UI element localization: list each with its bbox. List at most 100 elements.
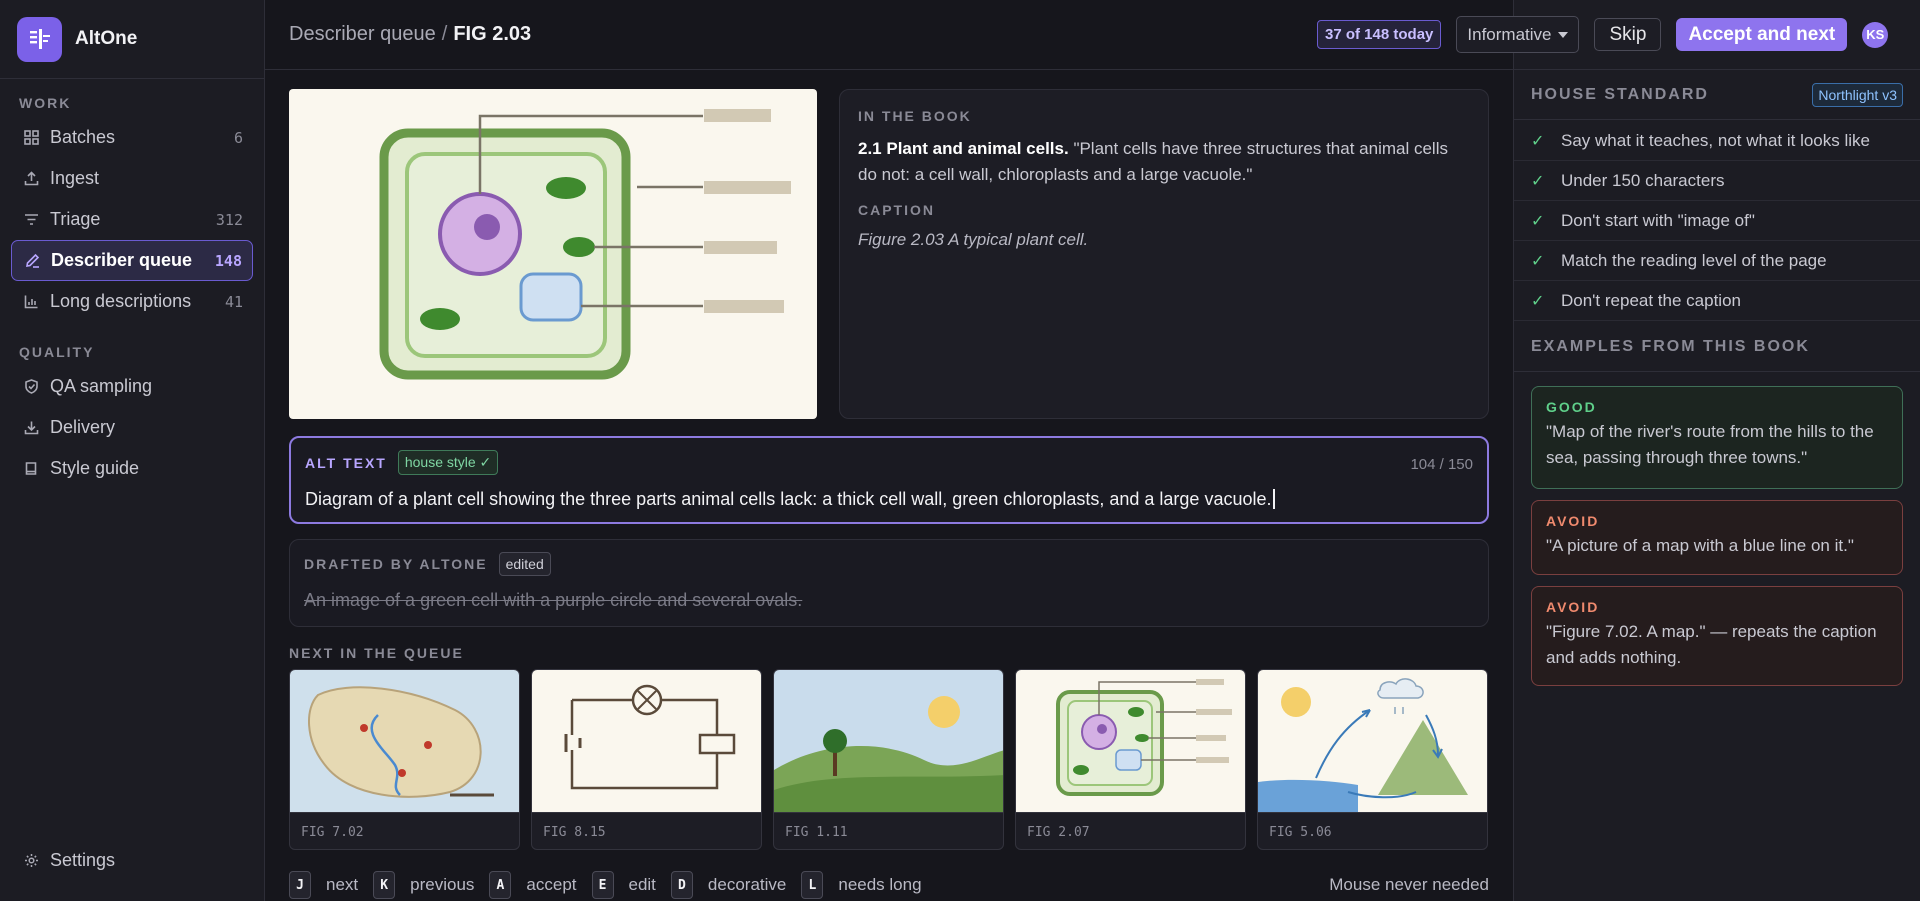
breadcrumb-current: FIG 2.03 bbox=[453, 23, 532, 45]
pencil-icon bbox=[23, 252, 41, 270]
queue-item[interactable]: FIG 8.15 bbox=[531, 669, 762, 850]
queue-label: NEXT IN THE QUEUE bbox=[289, 645, 464, 661]
sidebar-item-count: 148 bbox=[214, 251, 242, 270]
sidebar-item-label: Settings bbox=[50, 850, 116, 870]
example-avoid: AVOID "Figure 7.02. A map." — repeats th… bbox=[1531, 586, 1903, 686]
alt-text-editor[interactable]: ALT TEXT house style ✓ 104 / 150 Diagram… bbox=[289, 436, 1489, 524]
queue-item[interactable]: FIG 1.11 bbox=[773, 669, 1004, 850]
breadcrumb-separator: / bbox=[441, 23, 448, 45]
shortcut-item: Lneeds long bbox=[801, 871, 922, 899]
shortcut-label: accept bbox=[526, 875, 577, 894]
book-label: IN THE BOOK bbox=[858, 108, 972, 124]
book-context-panel: IN THE BOOK 2.1 Plant and animal cells. … bbox=[839, 89, 1489, 419]
shortcut-key: E bbox=[591, 871, 614, 899]
rule-item: ✓ Don't start with "image of" bbox=[1514, 201, 1920, 241]
house-style-badge: house style ✓ bbox=[397, 450, 499, 475]
figure-caption: Figure 2.03 A typical plant cell. bbox=[858, 230, 1089, 249]
alt-text-input[interactable]: Diagram of a plant cell showing the thre… bbox=[305, 489, 1473, 510]
shortcut-key: D bbox=[670, 871, 693, 899]
shortcut-item: Aaccept bbox=[489, 871, 577, 899]
queue-item-label: FIG 1.11 bbox=[774, 812, 1003, 849]
sidebar-item-settings[interactable]: Settings bbox=[11, 840, 253, 881]
check-icon: ✓ bbox=[1531, 252, 1545, 270]
draft-text: An image of a green cell with a purple c… bbox=[304, 590, 803, 610]
book-icon bbox=[22, 460, 40, 478]
examples-list: GOOD "Map of the river's route from the … bbox=[1531, 386, 1903, 697]
queue-item-label: FIG 7.02 bbox=[290, 812, 519, 849]
character-count: 104 / 150 bbox=[1410, 456, 1473, 473]
sidebar-item-style-guide[interactable]: Style guide bbox=[11, 448, 253, 489]
queue-thumbnail-map bbox=[290, 670, 519, 812]
settings-section: Settings bbox=[0, 840, 264, 881]
shortcut-key: A bbox=[489, 871, 512, 899]
upload-icon bbox=[22, 170, 40, 188]
sidebar-item-delivery[interactable]: Delivery bbox=[11, 407, 253, 448]
house-standard-header: HOUSE STANDARD Northlight v3 bbox=[1514, 70, 1920, 120]
breadcrumb-parent[interactable]: Describer queue bbox=[289, 23, 436, 45]
shortcut-label: needs long bbox=[838, 875, 922, 894]
queue-thumbnail-landscape bbox=[774, 670, 1003, 812]
example-text: "Figure 7.02. A map." — repeats the capt… bbox=[1546, 622, 1877, 667]
nav-section-work: WORK bbox=[19, 95, 72, 111]
sidebar-item-triage[interactable]: Triage 312 bbox=[11, 199, 253, 240]
draft-label: DRAFTED BY ALTONE bbox=[304, 556, 488, 572]
app-logo-icon[interactable] bbox=[17, 16, 62, 62]
example-avoid: AVOID "A picture of a map with a blue li… bbox=[1531, 500, 1903, 575]
alt-text-value: Diagram of a plant cell showing the thre… bbox=[305, 489, 1272, 509]
brand: AltOne bbox=[0, 0, 264, 79]
sidebar-item-count: 6 bbox=[233, 128, 243, 147]
sidebar-item-qa-sampling[interactable]: QA sampling bbox=[11, 366, 253, 407]
daily-progress-counter: 37 of 148 today bbox=[1317, 20, 1442, 49]
skip-button[interactable]: Skip bbox=[1594, 18, 1662, 51]
rule-text: Don't start with "image of" bbox=[1561, 210, 1755, 230]
sidebar-item-count: 41 bbox=[224, 292, 243, 311]
sidebar-item-label: Ingest bbox=[50, 168, 100, 188]
figure-preview bbox=[289, 89, 817, 419]
queue-item[interactable]: FIG 7.02 bbox=[289, 669, 520, 850]
sidebar-item-ingest[interactable]: Ingest bbox=[11, 158, 253, 199]
examples-title: EXAMPLES FROM THIS BOOK bbox=[1531, 337, 1810, 355]
example-tag: GOOD bbox=[1546, 399, 1597, 415]
sidebar-item-label: Style guide bbox=[50, 458, 140, 478]
shortcut-label: previous bbox=[410, 875, 475, 894]
shortcut-key: J bbox=[289, 871, 311, 899]
sidebar-item-describer-queue[interactable]: Describer queue 148 bbox=[11, 240, 253, 281]
plant-cell-illustration bbox=[379, 109, 791, 380]
nav-section-quality: QUALITY bbox=[19, 344, 95, 360]
shortcuts-note: Mouse never needed bbox=[1329, 875, 1489, 894]
draft-header: DRAFTED BY ALTONE edited bbox=[304, 552, 1474, 576]
house-standard-title: HOUSE STANDARD bbox=[1531, 85, 1709, 103]
avatar[interactable]: KS bbox=[1862, 21, 1889, 48]
shortcut-label: edit bbox=[628, 875, 656, 894]
breadcrumb: Describer queue / FIG 2.03 bbox=[289, 23, 531, 46]
draft-panel: DRAFTED BY ALTONE edited An image of a g… bbox=[289, 539, 1489, 627]
accept-and-next-button[interactable]: Accept and next bbox=[1676, 18, 1848, 51]
image-type-select[interactable]: Informative bbox=[1456, 16, 1580, 53]
book-excerpt: 2.1 Plant and animal cells. "Plant cells… bbox=[858, 136, 1470, 188]
queue-item[interactable]: FIG 5.06 bbox=[1257, 669, 1488, 850]
rule-item: ✓ Say what it teaches, not what it looks … bbox=[1514, 121, 1920, 161]
shortcut-item: Ddecorative bbox=[670, 871, 787, 899]
alt-text-header: ALT TEXT house style ✓ bbox=[305, 450, 1473, 475]
shortcut-label: decorative bbox=[707, 875, 787, 894]
chevron-down-icon bbox=[1558, 31, 1569, 38]
topbar-actions: 37 of 148 today Informative Skip Accept … bbox=[1317, 16, 1889, 53]
rule-text: Don't repeat the caption bbox=[1561, 290, 1741, 310]
queue-item-label: FIG 5.06 bbox=[1258, 812, 1487, 849]
rule-item: ✓ Match the reading level of the page bbox=[1514, 241, 1920, 281]
sidebar-item-batches[interactable]: Batches 6 bbox=[11, 117, 253, 158]
check-icon: ✓ bbox=[1531, 172, 1545, 190]
shortcut-key: L bbox=[801, 871, 824, 899]
example-tag: AVOID bbox=[1546, 599, 1600, 615]
rule-list: ✓ Say what it teaches, not what it looks … bbox=[1514, 121, 1920, 321]
check-icon: ✓ bbox=[1531, 212, 1545, 230]
example-text: "A picture of a map with a blue line on … bbox=[1546, 536, 1854, 555]
queue-thumbnail-water-cycle bbox=[1258, 670, 1487, 812]
sidebar-item-long-descriptions[interactable]: Long descriptions 41 bbox=[11, 281, 253, 322]
queue-strip: FIG 7.02 FIG 8.15 FIG 1.11 FIG 2.07 FIG … bbox=[289, 669, 1489, 850]
sidebar-item-label: QA sampling bbox=[50, 376, 153, 396]
rule-item: ✓ Under 150 characters bbox=[1514, 161, 1920, 201]
shortcut-item: Eedit bbox=[591, 871, 656, 899]
standard-version-badge[interactable]: Northlight v3 bbox=[1812, 82, 1903, 107]
queue-item[interactable]: FIG 2.07 bbox=[1015, 669, 1246, 850]
